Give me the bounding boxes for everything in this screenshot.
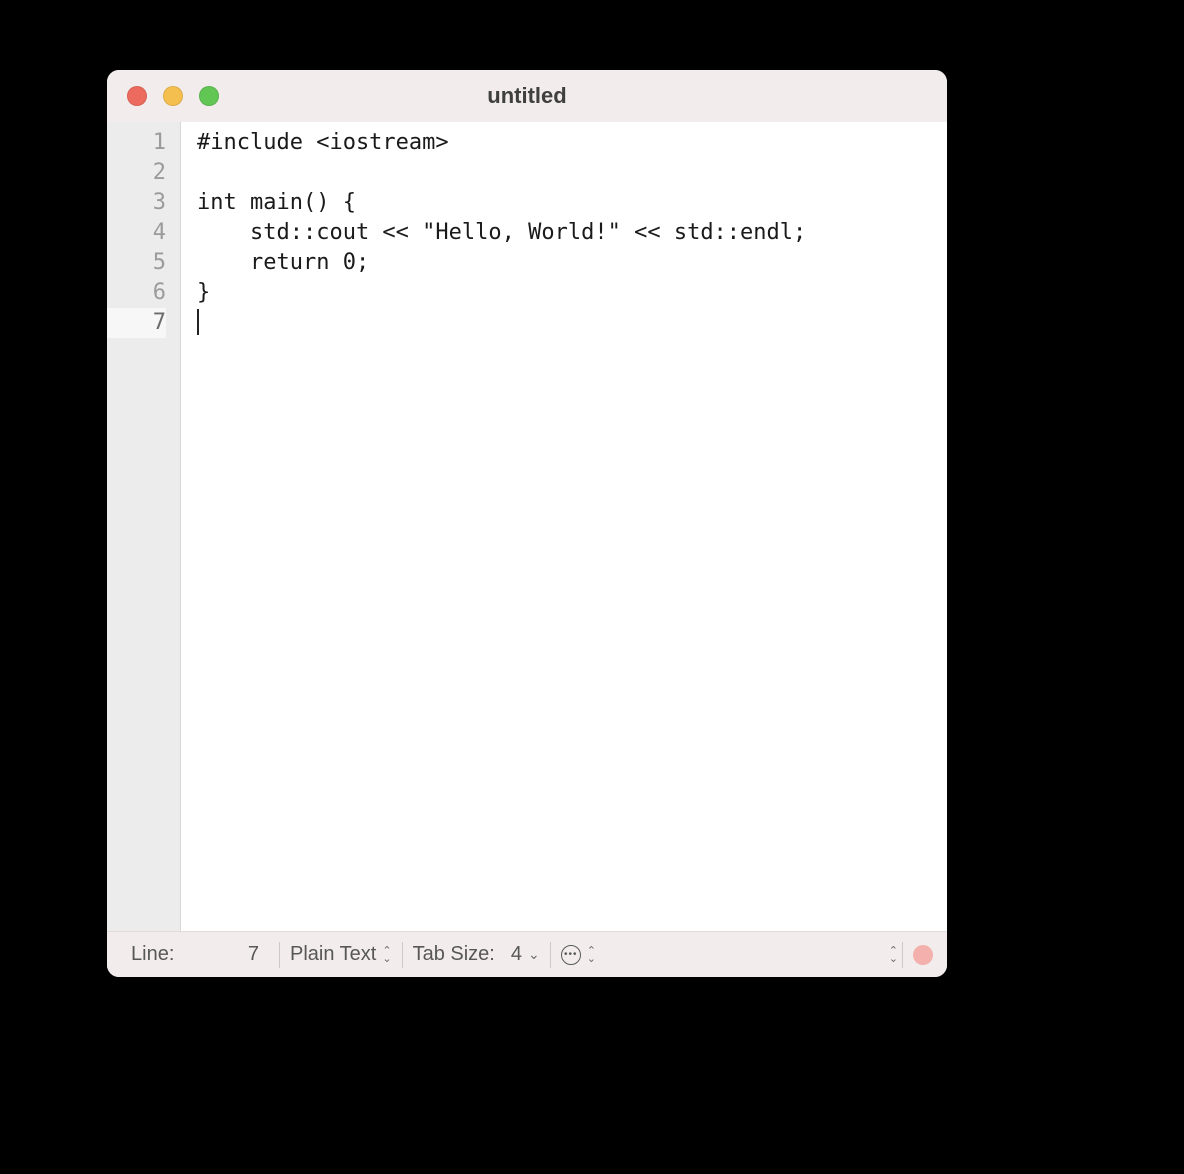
tab-size-selector[interactable]: Tab Size: 4 ⌄: [403, 932, 550, 977]
line-number[interactable]: 1: [107, 128, 166, 158]
code-line[interactable]: std::cout << "Hello, World!" << std::end…: [197, 218, 947, 248]
tab-size-value: 4: [511, 943, 522, 966]
line-indicator[interactable]: Line: 7: [121, 932, 279, 977]
line-value: 7: [183, 943, 269, 966]
stepper-icon: ⌃⌄: [889, 947, 898, 963]
maximize-button[interactable]: [199, 86, 219, 106]
line-number[interactable]: 2: [107, 158, 166, 188]
line-number[interactable]: 4: [107, 218, 166, 248]
status-bar: Line: 7 Plain Text ⌃⌄ Tab Size: 4 ⌄ ••• …: [107, 931, 947, 977]
editor-area: 1234567 #include <iostream>int main() { …: [107, 122, 947, 931]
code-line[interactable]: [197, 308, 947, 338]
traffic-lights: [107, 86, 219, 106]
line-number[interactable]: 7: [107, 308, 166, 338]
close-button[interactable]: [127, 86, 147, 106]
code-text-area[interactable]: #include <iostream>int main() { std::cou…: [181, 122, 947, 931]
code-line[interactable]: return 0;: [197, 248, 947, 278]
window-title: untitled: [107, 83, 947, 109]
unsaved-indicator-icon[interactable]: [913, 945, 933, 965]
syntax-selector[interactable]: Plain Text ⌃⌄: [280, 932, 402, 977]
line-label: Line:: [131, 943, 183, 966]
text-cursor: [197, 309, 199, 335]
line-number[interactable]: 5: [107, 248, 166, 278]
code-line[interactable]: #include <iostream>: [197, 128, 947, 158]
ellipsis-circle-icon: •••: [561, 945, 581, 965]
nav-stepper[interactable]: ⌃⌄: [873, 932, 902, 977]
stepper-icon: ⌃⌄: [382, 947, 391, 963]
stepper-icon: ⌃⌄: [587, 947, 596, 963]
tab-size-label: Tab Size:: [413, 943, 495, 966]
line-number-gutter[interactable]: 1234567: [107, 122, 181, 931]
syntax-label: Plain Text: [290, 943, 376, 966]
line-number[interactable]: 3: [107, 188, 166, 218]
more-options[interactable]: ••• ⌃⌄: [551, 932, 606, 977]
divider: [902, 942, 903, 968]
code-line[interactable]: [197, 158, 947, 188]
code-line[interactable]: }: [197, 278, 947, 308]
minimize-button[interactable]: [163, 86, 183, 106]
line-number[interactable]: 6: [107, 278, 166, 308]
chevron-down-icon: ⌄: [528, 946, 540, 963]
titlebar[interactable]: untitled: [107, 70, 947, 122]
code-line[interactable]: int main() {: [197, 188, 947, 218]
editor-window: untitled 1234567 #include <iostream>int …: [107, 70, 947, 977]
